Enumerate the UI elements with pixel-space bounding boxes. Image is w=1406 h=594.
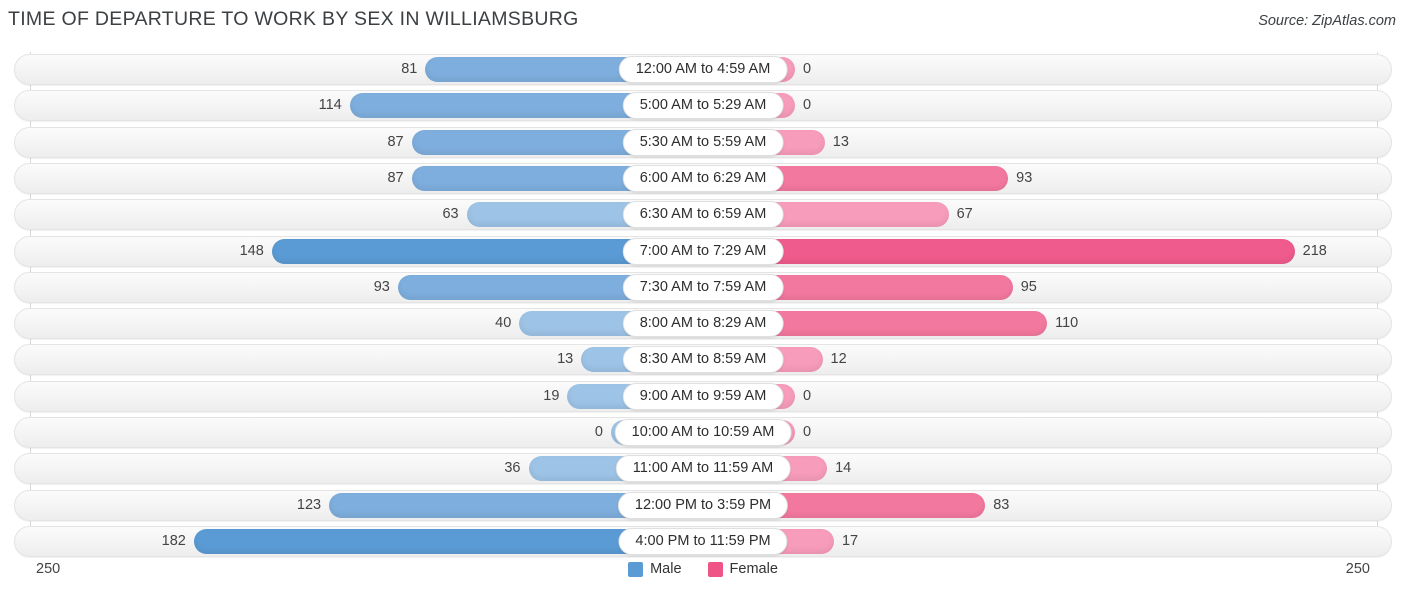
category-label: 12:00 AM to 4:59 AM [618,56,788,83]
chart-row: 19 0 9:00 AM to 9:59 AM [0,380,1406,412]
value-label-female: 13 [832,133,849,150]
category-label: 7:00 AM to 7:29 AM [622,237,784,265]
legend-item-male[interactable]: Male [628,561,682,577]
category-label: 10:00 AM to 10:59 AM [614,419,792,446]
value-label-male: 87 [387,133,404,150]
legend-swatch-icon [628,561,644,577]
value-label-male: 0 [594,424,603,440]
value-label-female: 17 [841,532,859,549]
value-label-male: 40 [495,315,512,332]
value-label-female: 95 [1020,278,1037,295]
legend-item-female[interactable]: Female [707,561,778,577]
chart-root: TIME OF DEPARTURE TO WORK BY SEX IN WILL… [0,0,1406,594]
chart-row: 123 83 12:00 PM to 3:59 PM [0,489,1406,521]
category-label: 8:30 AM to 8:59 AM [622,346,784,374]
value-label-female: 0 [803,97,812,114]
chart-row: 81 0 12:00 AM to 4:59 AM [0,54,1406,85]
value-label-female: 93 [1016,169,1033,186]
category-label: 5:30 AM to 5:59 AM [622,128,784,156]
chart-row: 182 17 4:00 PM to 11:59 PM [0,525,1406,557]
category-label: 8:00 AM to 8:29 AM [622,310,784,338]
plot-area: 81 0 12:00 AM to 4:59 AM 114 0 5:00 AM to 5:2… [0,52,1406,557]
value-label-female: 12 [830,351,847,368]
chart-row: 36 14 11:00 AM to 11:59 AM [0,453,1406,485]
value-label-male: 36 [504,460,521,477]
value-label-male: 87 [387,169,404,186]
value-label-female: 110 [1055,315,1079,332]
chart-row: 13 12 8:30 AM to 8:59 AM [0,344,1406,376]
chart-footer: 250 250 Male Female [0,558,1406,594]
source-label: Source: ZipAtlas.com [1258,13,1396,29]
value-label-female: 0 [803,61,812,77]
value-label-female: 83 [993,496,1010,513]
value-label-male: 13 [557,351,574,368]
legend-swatch-icon [707,561,723,577]
value-label-male: 19 [543,387,560,404]
category-label: 12:00 PM to 3:59 PM [617,491,789,519]
category-label: 11:00 AM to 11:59 AM [615,455,791,483]
value-label-female: 218 [1302,242,1327,259]
category-label: 6:00 AM to 6:29 AM [622,164,784,192]
value-label-male: 93 [373,278,390,295]
chart-row: 63 67 6:30 AM to 6:59 AM [0,199,1406,231]
chart-row: 114 0 5:00 AM to 5:29 AM [0,90,1406,122]
value-label-male: 81 [401,61,418,77]
category-label: 4:00 PM to 11:59 PM [618,527,788,555]
legend-label: Male [650,561,682,577]
value-label-male: 182 [161,532,186,549]
value-label-male: 114 [318,97,342,114]
value-label-female: 14 [835,460,852,477]
chart-row: 40 110 8:00 AM to 8:29 AM [0,308,1406,340]
value-label-male: 123 [296,496,322,513]
value-label-male: 148 [239,242,264,259]
category-label: 9:00 AM to 9:59 AM [622,382,784,410]
bar-female [703,238,1295,264]
category-label: 6:30 AM to 6:59 AM [622,201,784,229]
legend-label: Female [729,561,778,577]
value-label-female: 0 [803,387,812,404]
value-label-female: 0 [803,424,812,440]
chart-row: 87 93 6:00 AM to 6:29 AM [0,162,1406,194]
chart-row: 0 0 10:00 AM to 10:59 AM [0,417,1406,448]
page-title: TIME OF DEPARTURE TO WORK BY SEX IN WILL… [8,8,579,30]
chart-row: 93 95 7:30 AM to 7:59 AM [0,271,1406,303]
category-label: 7:30 AM to 7:59 AM [622,273,784,301]
category-label: 5:00 AM to 5:29 AM [622,92,784,120]
value-label-female: 67 [956,206,973,223]
legend: Male Female [0,561,1406,577]
chart-row: 87 13 5:30 AM to 5:59 AM [0,126,1406,158]
value-label-male: 63 [442,206,459,223]
chart-row: 148 218 7:00 AM to 7:29 AM [0,235,1406,267]
